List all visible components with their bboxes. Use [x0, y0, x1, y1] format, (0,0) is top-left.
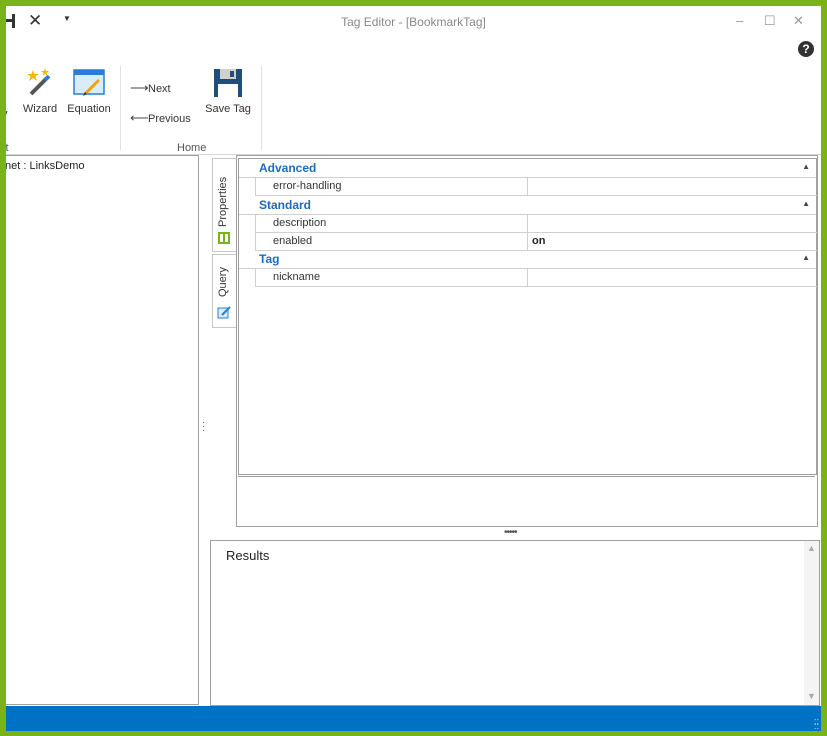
tab-query[interactable]: Query: [212, 254, 237, 328]
tab-properties-label: Properties: [217, 176, 229, 227]
property-grid: Advanced ▲ error-handling Standard ▲ des…: [236, 155, 818, 527]
property-value: on: [532, 235, 546, 247]
ribbon: v Wizard Equation ct ⟶Next ⟵: [6, 60, 821, 155]
previous-button[interactable]: ⟵Previous: [130, 110, 191, 126]
property-name: nickname: [273, 271, 321, 283]
tag-editor-window: ✕ ▼ Tag Editor - [BookmarkTag] – ☐ ✕ ? v…: [6, 6, 821, 731]
property-grid-list: Advanced ▲ error-handling Standard ▲ des…: [238, 158, 817, 475]
equation-button[interactable]: Equation: [66, 68, 112, 115]
property-row[interactable]: enabled on: [255, 233, 817, 251]
scroll-down-icon[interactable]: ▼: [807, 691, 816, 701]
property-value-cell[interactable]: [527, 269, 816, 286]
window-title: Tag Editor - [BookmarkTag]: [341, 15, 486, 29]
results-title: Results: [226, 548, 270, 563]
property-value-cell[interactable]: [527, 215, 816, 232]
category-standard[interactable]: Standard ▲: [239, 196, 816, 215]
next-button[interactable]: ⟶Next: [130, 80, 171, 96]
property-value-cell[interactable]: on: [527, 233, 816, 250]
query-icon: [217, 306, 231, 319]
collapse-icon[interactable]: ▲: [802, 199, 810, 208]
equation-icon: [73, 69, 105, 96]
arrow-right-icon: ⟶: [130, 80, 149, 95]
equation-label: Equation: [67, 103, 111, 115]
magic-wand-icon: [27, 68, 51, 96]
property-row[interactable]: error-handling: [255, 178, 817, 196]
collapse-icon[interactable]: ▲: [802, 162, 810, 171]
next-label: Next: [148, 83, 171, 95]
category-label: Tag: [259, 252, 280, 266]
property-row[interactable]: description: [255, 215, 817, 233]
horizontal-splitter[interactable]: •••••: [504, 527, 517, 538]
results-scrollbar[interactable]: ▲ ▼: [804, 541, 819, 705]
floppy-disk-icon: [214, 69, 242, 97]
vertical-splitter[interactable]: · · ·: [202, 418, 205, 436]
property-description-panel: [238, 476, 815, 525]
category-advanced[interactable]: Advanced ▲: [239, 159, 816, 178]
collapse-icon[interactable]: ▲: [802, 253, 810, 262]
wizard-label: Wizard: [22, 103, 58, 115]
category-label: Standard: [259, 198, 312, 212]
status-bar: ⁚⁚ ⁚⁚: [6, 706, 821, 731]
category-label: Advanced: [259, 161, 317, 175]
save-tag-button[interactable]: Save Tag: [204, 68, 252, 115]
side-tabs: Properties Query: [212, 158, 238, 328]
ribbon-partial-button-label[interactable]: v: [6, 108, 8, 120]
tab-properties[interactable]: Properties: [212, 158, 236, 252]
property-name: enabled: [273, 235, 313, 247]
category-tag[interactable]: Tag ▲: [239, 250, 816, 269]
results-panel: Results ▲ ▼: [210, 540, 820, 706]
ribbon-group-home-label: Home: [177, 142, 207, 154]
arrow-left-icon: ⟵: [130, 110, 149, 125]
property-name: description: [273, 217, 327, 229]
property-value-cell[interactable]: [527, 178, 816, 195]
previous-label: Previous: [148, 113, 191, 125]
tab-query-label: Query: [217, 267, 229, 297]
property-name: error-handling: [273, 180, 342, 192]
minimize-button[interactable]: –: [736, 14, 743, 28]
property-row[interactable]: nickname: [255, 269, 817, 287]
group-separator: [120, 66, 121, 150]
group-separator: [261, 66, 262, 150]
property-grid-icon: [218, 232, 230, 244]
wizard-button[interactable]: Wizard: [20, 68, 60, 115]
maximize-button[interactable]: ☐: [764, 14, 776, 28]
tree-pane: net : LinksDemo: [6, 155, 199, 705]
ribbon-group-partial-label: ct: [6, 142, 9, 154]
save-tag-label: Save Tag: [205, 103, 251, 115]
help-button[interactable]: ?: [798, 41, 814, 57]
scroll-up-icon[interactable]: ▲: [807, 543, 816, 553]
tree-root-node[interactable]: net : LinksDemo: [6, 160, 84, 172]
title-bar: ✕ ▼ Tag Editor - [BookmarkTag] – ☐ ✕: [6, 6, 821, 38]
close-button[interactable]: ✕: [793, 14, 804, 28]
resize-grip-icon[interactable]: ⁚⁚ ⁚⁚: [814, 719, 819, 731]
